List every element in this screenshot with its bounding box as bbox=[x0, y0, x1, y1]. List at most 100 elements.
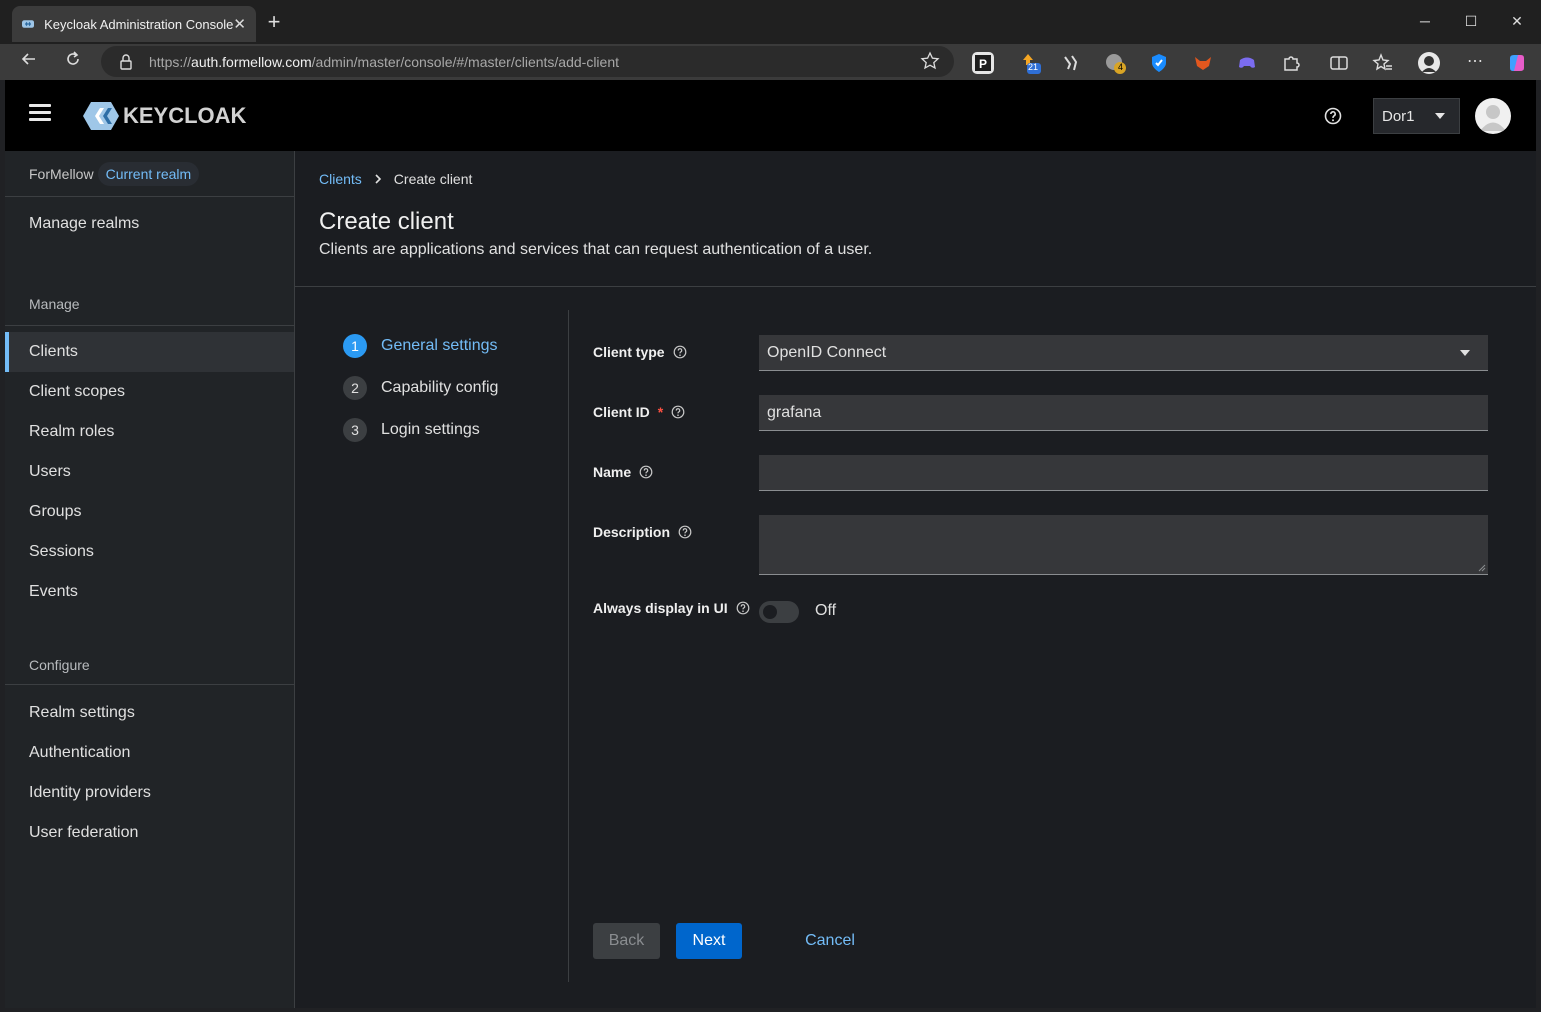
wizard-step-capability-config[interactable]: 2 Capability config bbox=[343, 376, 498, 400]
reload-icon[interactable] bbox=[60, 50, 86, 74]
step-number: 3 bbox=[343, 418, 367, 442]
wizard-step-general-settings[interactable]: 1 General settings bbox=[343, 334, 498, 358]
new-tab-button[interactable]: + bbox=[262, 10, 286, 34]
client-id-label: Client ID * bbox=[593, 404, 685, 420]
client-id-label-text: Client ID bbox=[593, 404, 650, 420]
extension-upload-icon[interactable]: 21 bbox=[1019, 52, 1041, 74]
help-icon[interactable] bbox=[1323, 106, 1343, 126]
realm-selector[interactable]: ForMellow Current realm bbox=[5, 151, 294, 197]
user-name: Dor1 bbox=[1382, 107, 1415, 125]
hamburger-menu-icon[interactable] bbox=[29, 104, 51, 122]
nav-section-configure: Configure bbox=[29, 657, 90, 673]
logo-text: KEYCLOAK bbox=[123, 103, 247, 128]
sidebar-item-groups[interactable]: Groups bbox=[5, 492, 294, 532]
fox-extension-icon[interactable] bbox=[1192, 52, 1214, 74]
svg-text:P: P bbox=[979, 57, 987, 71]
client-id-value: grafana bbox=[767, 403, 822, 421]
page-description: Clients are applications and services th… bbox=[319, 241, 873, 258]
back-button[interactable]: Back bbox=[593, 923, 660, 959]
description-label: Description bbox=[593, 524, 692, 540]
gamepad-extension-icon[interactable] bbox=[1236, 52, 1258, 74]
breadcrumb-clients-link[interactable]: Clients bbox=[319, 171, 362, 187]
breadcrumb: Clients Create client bbox=[319, 171, 472, 187]
sidebar-item-users[interactable]: Users bbox=[5, 452, 294, 492]
lock-icon bbox=[120, 53, 132, 70]
masthead: KEYCLOAK Dor1 bbox=[5, 80, 1536, 151]
nav-divider bbox=[5, 684, 294, 685]
breadcrumb-current: Create client bbox=[393, 171, 473, 187]
sidebar-item-events[interactable]: Events bbox=[5, 572, 294, 612]
profile-avatar-icon[interactable] bbox=[1418, 52, 1440, 74]
client-type-value: OpenID Connect bbox=[767, 343, 887, 361]
resize-handle-icon[interactable] bbox=[1478, 564, 1486, 572]
extension-p-icon[interactable]: P bbox=[972, 52, 994, 74]
extension-circle-icon[interactable]: 4 bbox=[1104, 52, 1126, 74]
sidebar-item-clients[interactable]: Clients bbox=[5, 332, 294, 372]
page-title: Create client bbox=[319, 208, 454, 235]
required-asterisk: * bbox=[657, 404, 664, 420]
help-icon[interactable] bbox=[736, 601, 750, 615]
back-arrow-icon[interactable] bbox=[16, 50, 42, 74]
shield-extension-icon[interactable] bbox=[1148, 52, 1170, 74]
always-display-label: Always display in UI bbox=[593, 600, 750, 616]
sidebar-item-manage-realms[interactable]: Manage realms bbox=[5, 197, 294, 251]
split-screen-icon[interactable] bbox=[1328, 52, 1350, 74]
sidebar-item-sessions[interactable]: Sessions bbox=[5, 532, 294, 572]
url-scheme: https:// bbox=[149, 53, 192, 70]
url-path: /admin/master/console/#/master/clients/a… bbox=[311, 53, 619, 70]
window-minimize-button[interactable]: ─ bbox=[1410, 8, 1440, 34]
realm-name: ForMellow bbox=[29, 165, 94, 182]
sidebar-item-user-federation[interactable]: User federation bbox=[5, 813, 294, 853]
step-label: Login settings bbox=[381, 421, 480, 438]
avatar[interactable] bbox=[1475, 98, 1511, 134]
favorite-star-icon[interactable] bbox=[920, 51, 940, 71]
wizard-step-login-settings[interactable]: 3 Login settings bbox=[343, 418, 480, 442]
client-id-input[interactable]: grafana bbox=[759, 395, 1488, 431]
description-label-text: Description bbox=[593, 524, 671, 540]
description-textarea[interactable] bbox=[759, 515, 1488, 575]
name-input[interactable] bbox=[759, 455, 1488, 491]
help-icon[interactable] bbox=[678, 525, 692, 539]
keycloak-logo[interactable]: KEYCLOAK bbox=[83, 100, 246, 132]
browser-tab[interactable]: Keycloak Administration Console ✕ bbox=[12, 6, 256, 42]
extensions-puzzle-icon[interactable] bbox=[1280, 52, 1302, 74]
nav-section-manage: Manage bbox=[29, 296, 80, 312]
browser-tab-strip: Keycloak Administration Console ✕ + ─ ☐ … bbox=[0, 0, 1541, 44]
help-icon[interactable] bbox=[639, 465, 653, 479]
sidebar-item-realm-roles[interactable]: Realm roles bbox=[5, 412, 294, 452]
step-number: 1 bbox=[343, 334, 367, 358]
client-type-select[interactable]: OpenID Connect bbox=[759, 335, 1488, 371]
step-label: Capability config bbox=[381, 379, 499, 396]
more-menu-icon[interactable]: ⋯ bbox=[1464, 52, 1486, 74]
sidebar-item-client-scopes[interactable]: Client scopes bbox=[5, 372, 294, 412]
tab-title: Keycloak Administration Console bbox=[44, 16, 234, 32]
sidebar: ForMellow Current realm Manage realms Ma… bbox=[5, 151, 295, 1008]
next-button[interactable]: Next bbox=[676, 923, 742, 959]
chevron-down-icon bbox=[1435, 113, 1445, 119]
tab-close-icon[interactable]: ✕ bbox=[233, 15, 246, 33]
caret-down-icon bbox=[1460, 350, 1470, 356]
user-avatar-icon bbox=[1480, 105, 1506, 131]
user-dropdown[interactable]: Dor1 bbox=[1373, 98, 1460, 134]
page-header: Clients Create client Create client Clie… bbox=[295, 151, 1536, 287]
browser-toolbar: https://auth.formellow.com/admin/master/… bbox=[0, 44, 1541, 80]
cancel-button[interactable]: Cancel bbox=[795, 923, 865, 959]
copilot-icon[interactable] bbox=[1506, 52, 1528, 74]
help-icon[interactable] bbox=[671, 405, 685, 419]
favorites-icon[interactable] bbox=[1372, 52, 1394, 74]
step-label: General settings bbox=[381, 337, 498, 354]
window-close-button[interactable]: ✕ bbox=[1502, 8, 1532, 34]
extension-badge-4: 4 bbox=[1118, 62, 1124, 72]
extension-tool-icon[interactable] bbox=[1060, 52, 1082, 74]
sidebar-item-realm-settings[interactable]: Realm settings bbox=[5, 693, 294, 733]
address-bar[interactable]: https://auth.formellow.com/admin/master/… bbox=[101, 46, 954, 77]
sidebar-item-authentication[interactable]: Authentication bbox=[5, 733, 294, 773]
sidebar-item-identity-providers[interactable]: Identity providers bbox=[5, 773, 294, 813]
step-number: 2 bbox=[343, 376, 367, 400]
always-display-state: Off bbox=[815, 602, 837, 619]
client-type-label: Client type bbox=[593, 344, 687, 360]
current-realm-badge: Current realm bbox=[97, 161, 200, 186]
always-display-toggle[interactable] bbox=[759, 601, 799, 623]
window-maximize-button[interactable]: ☐ bbox=[1456, 8, 1486, 34]
help-icon[interactable] bbox=[673, 345, 687, 359]
